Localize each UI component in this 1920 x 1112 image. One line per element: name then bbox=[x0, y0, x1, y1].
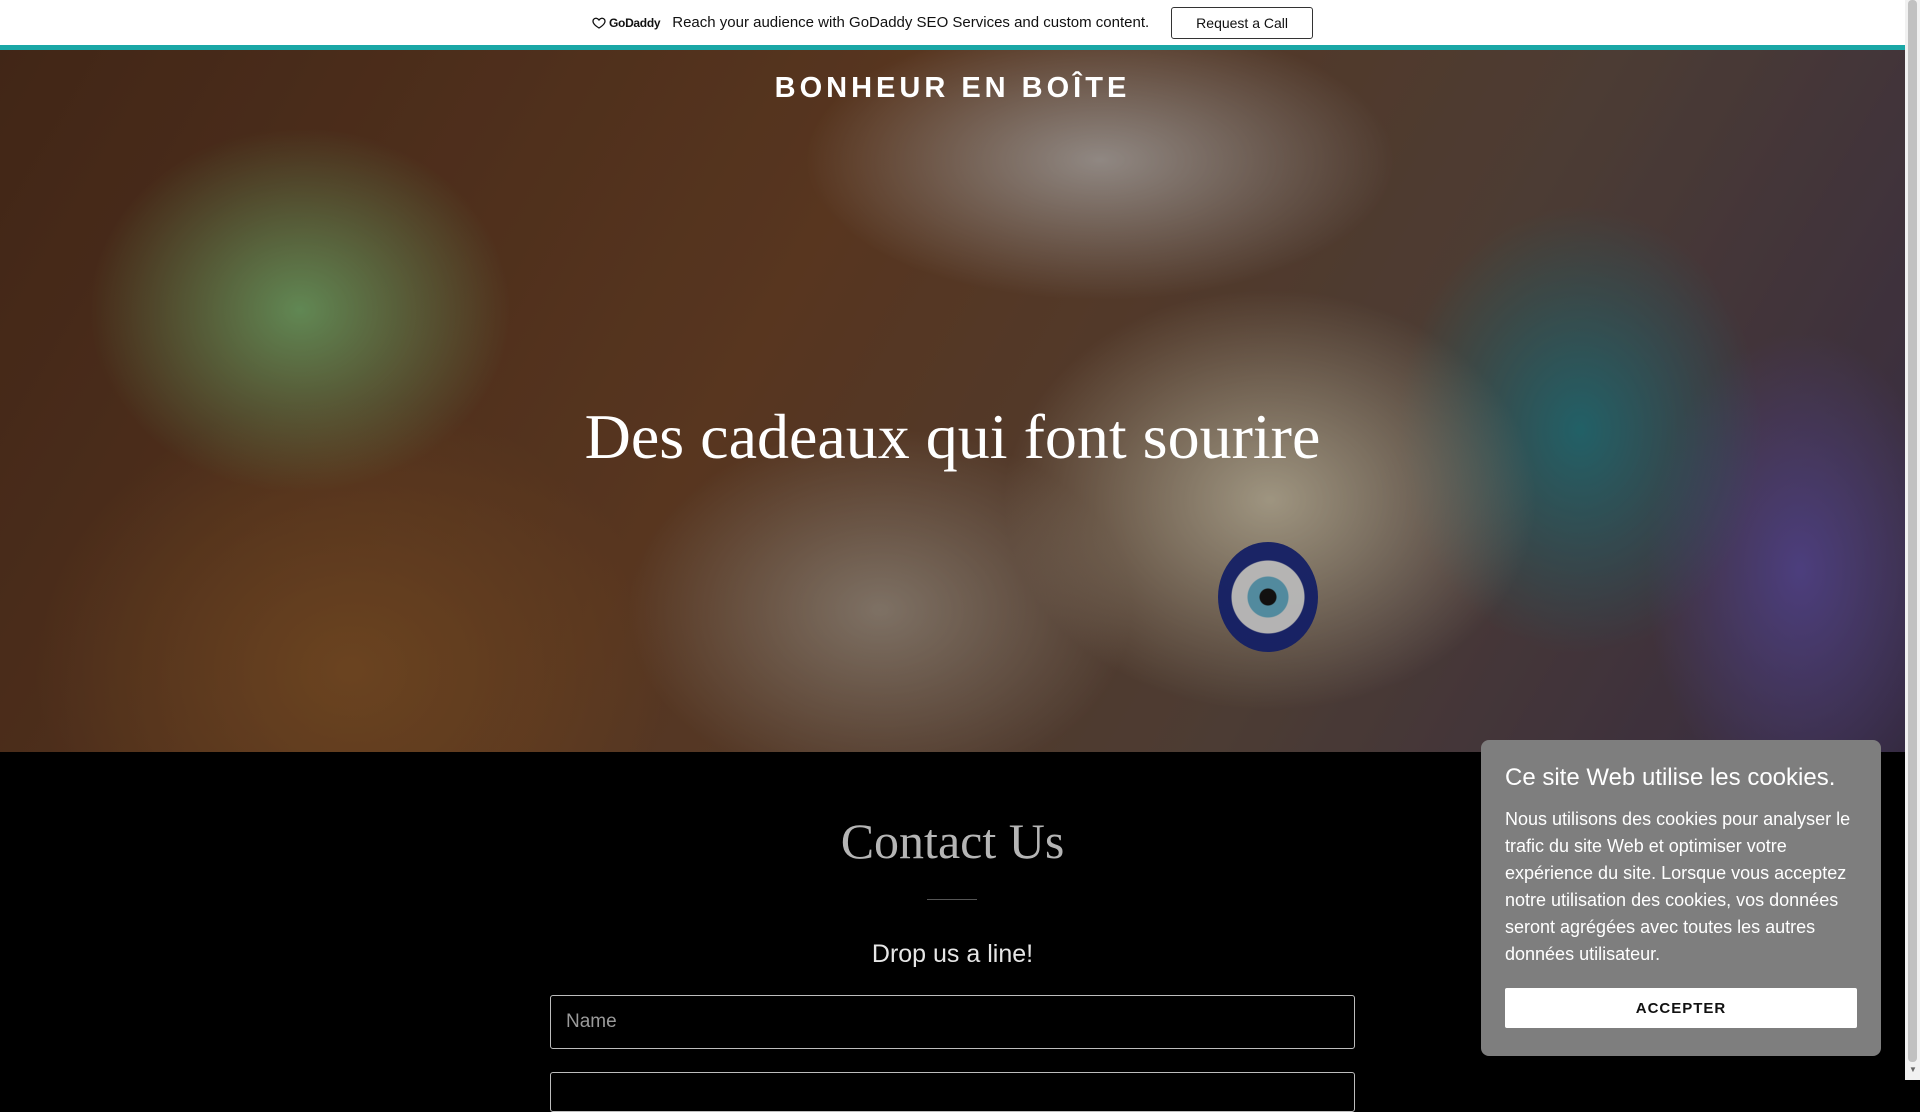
cookie-title: Ce site Web utilise les cookies. bbox=[1505, 764, 1836, 791]
accept-cookies-button[interactable]: ACCEPTER bbox=[1505, 988, 1857, 1028]
scrollbar-thumb[interactable] bbox=[1908, 0, 1917, 1062]
email-input[interactable] bbox=[550, 1072, 1355, 1112]
site-title[interactable]: BONHEUR EN BOÎTE bbox=[0, 72, 1905, 105]
cookie-banner: Ce site Web utilise les cookies. Nous ut… bbox=[1481, 740, 1881, 1056]
scroll-down-icon[interactable]: ▼ bbox=[1909, 1066, 1917, 1074]
hero-banner: BONHEUR EN BOÎTE Des cadeaux qui font so… bbox=[0, 50, 1905, 752]
hero-tagline: Des cadeaux qui font sourire bbox=[584, 401, 1321, 472]
page-scrollbar[interactable]: ▼ bbox=[1905, 0, 1920, 1080]
section-divider bbox=[927, 899, 977, 900]
promo-message: Reach your audience with GoDaddy SEO Ser… bbox=[672, 14, 1150, 31]
promo-bar: GoDaddy Reach your audience with GoDaddy… bbox=[0, 0, 1905, 50]
godaddy-icon bbox=[592, 17, 606, 29]
godaddy-logo: GoDaddy bbox=[592, 15, 661, 30]
godaddy-logo-text: GoDaddy bbox=[609, 15, 661, 30]
name-input[interactable] bbox=[550, 995, 1355, 1049]
cookie-message: Nous utilisons des cookies pour analyser… bbox=[1505, 809, 1851, 964]
request-call-button[interactable]: Request a Call bbox=[1171, 6, 1313, 39]
